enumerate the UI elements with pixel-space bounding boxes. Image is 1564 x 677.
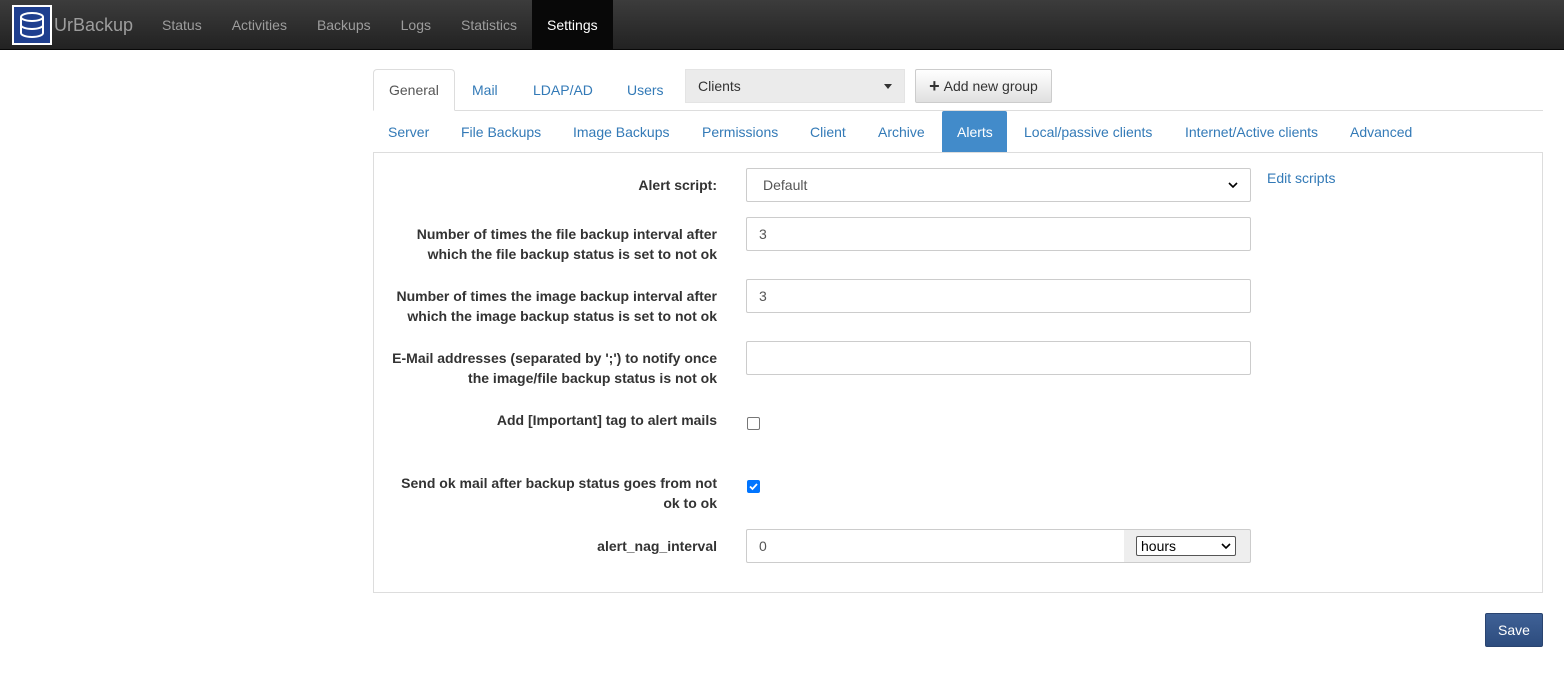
nav-settings[interactable]: Settings [532,0,613,50]
image-interval-input[interactable]: 3 [746,279,1251,313]
top-navbar: UrBackup Status Activities Backups Logs … [0,0,1564,50]
settings-container: General Mail LDAP/AD Users Clients + Add… [373,69,1543,593]
email-addresses-input[interactable] [746,341,1251,375]
nav-logs[interactable]: Logs [386,0,446,50]
file-interval-label-line1: Number of times the file backup interval… [416,226,717,242]
brand[interactable]: UrBackup [12,5,133,45]
edit-scripts-link[interactable]: Edit scripts [1267,170,1335,186]
nag-interval-unit-value: hours [1141,538,1177,554]
alert-script-label: Alert script: [638,177,717,193]
tab-ldap[interactable]: LDAP/AD [518,69,608,111]
main-nav: Status Activities Backups Logs Statistic… [147,0,613,50]
caret-down-icon [884,83,892,89]
tab-mail[interactable]: Mail [457,69,513,111]
add-group-label: Add new group [943,78,1038,94]
tab-general[interactable]: General [373,69,455,111]
important-tag-label: Add [Important] tag to alert mails [496,412,717,428]
file-interval-label-line2: which the file backup status is set to n… [427,246,717,262]
ok-mail-label: Send ok mail after backup status goes fr… [374,473,717,513]
subtab-archive[interactable]: Archive [863,111,940,152]
subtab-permissions[interactable]: Permissions [687,111,793,152]
alert-script-select[interactable]: Default [746,168,1251,202]
nav-statistics[interactable]: Statistics [446,0,532,50]
email-addresses-label-line2: the image/file backup status is not ok [468,370,717,386]
settings-subtabs: Server File Backups Image Backups Permis… [373,111,1543,152]
group-select[interactable]: Clients [685,69,905,103]
subtab-alerts[interactable]: Alerts [942,111,1007,152]
brand-name: UrBackup [54,14,134,35]
tab-users[interactable]: Users [612,69,679,111]
nag-interval-unit-addon: hours [1124,529,1251,563]
nav-backups[interactable]: Backups [302,0,386,50]
image-interval-label-line2: which the image backup status is set to … [407,308,717,324]
file-interval-input[interactable]: 3 [746,217,1251,251]
nag-interval-input[interactable]: 0 [746,529,1125,563]
important-tag-checkbox[interactable] [747,417,760,430]
nav-activities[interactable]: Activities [217,0,302,50]
image-interval-label: Number of times the image backup interva… [374,286,717,326]
ok-mail-label-line2: ok to ok [663,495,717,511]
nag-interval-unit-select[interactable]: hours [1136,536,1236,556]
email-addresses-label-line1: E-Mail addresses (separated by ';') to n… [392,350,717,366]
chevron-down-icon [1221,543,1231,550]
subtab-advanced[interactable]: Advanced [1335,111,1427,152]
alerts-panel: Alert script: Default Edit scripts Numbe… [373,152,1543,593]
nav-status[interactable]: Status [147,0,217,50]
chevron-down-icon [1228,182,1238,189]
subtab-file-backups[interactable]: File Backups [446,111,556,152]
settings-tabs: General Mail LDAP/AD Users Clients + Add… [373,69,1543,111]
alert-script-value: Default [763,177,808,193]
add-group-button[interactable]: + Add new group [915,69,1052,103]
subtab-local-passive[interactable]: Local/passive clients [1009,111,1167,152]
ok-mail-label-line1: Send ok mail after backup status goes fr… [401,475,717,491]
nag-interval-label: alert_nag_interval [597,538,717,554]
plus-icon: + [929,76,940,96]
file-interval-label: Number of times the file backup interval… [374,224,717,264]
subtab-internet-active[interactable]: Internet/Active clients [1170,111,1333,152]
subtab-server[interactable]: Server [373,111,444,152]
ok-mail-checkbox[interactable] [747,480,760,493]
email-addresses-label: E-Mail addresses (separated by ';') to n… [374,348,717,388]
group-select-value: Clients [698,78,741,94]
save-button[interactable]: Save [1485,613,1543,647]
database-logo-icon [12,5,52,45]
subtab-image-backups[interactable]: Image Backups [558,111,685,152]
subtab-client[interactable]: Client [795,111,861,152]
image-interval-label-line1: Number of times the image backup interva… [396,288,717,304]
checkmark-icon [749,483,758,491]
